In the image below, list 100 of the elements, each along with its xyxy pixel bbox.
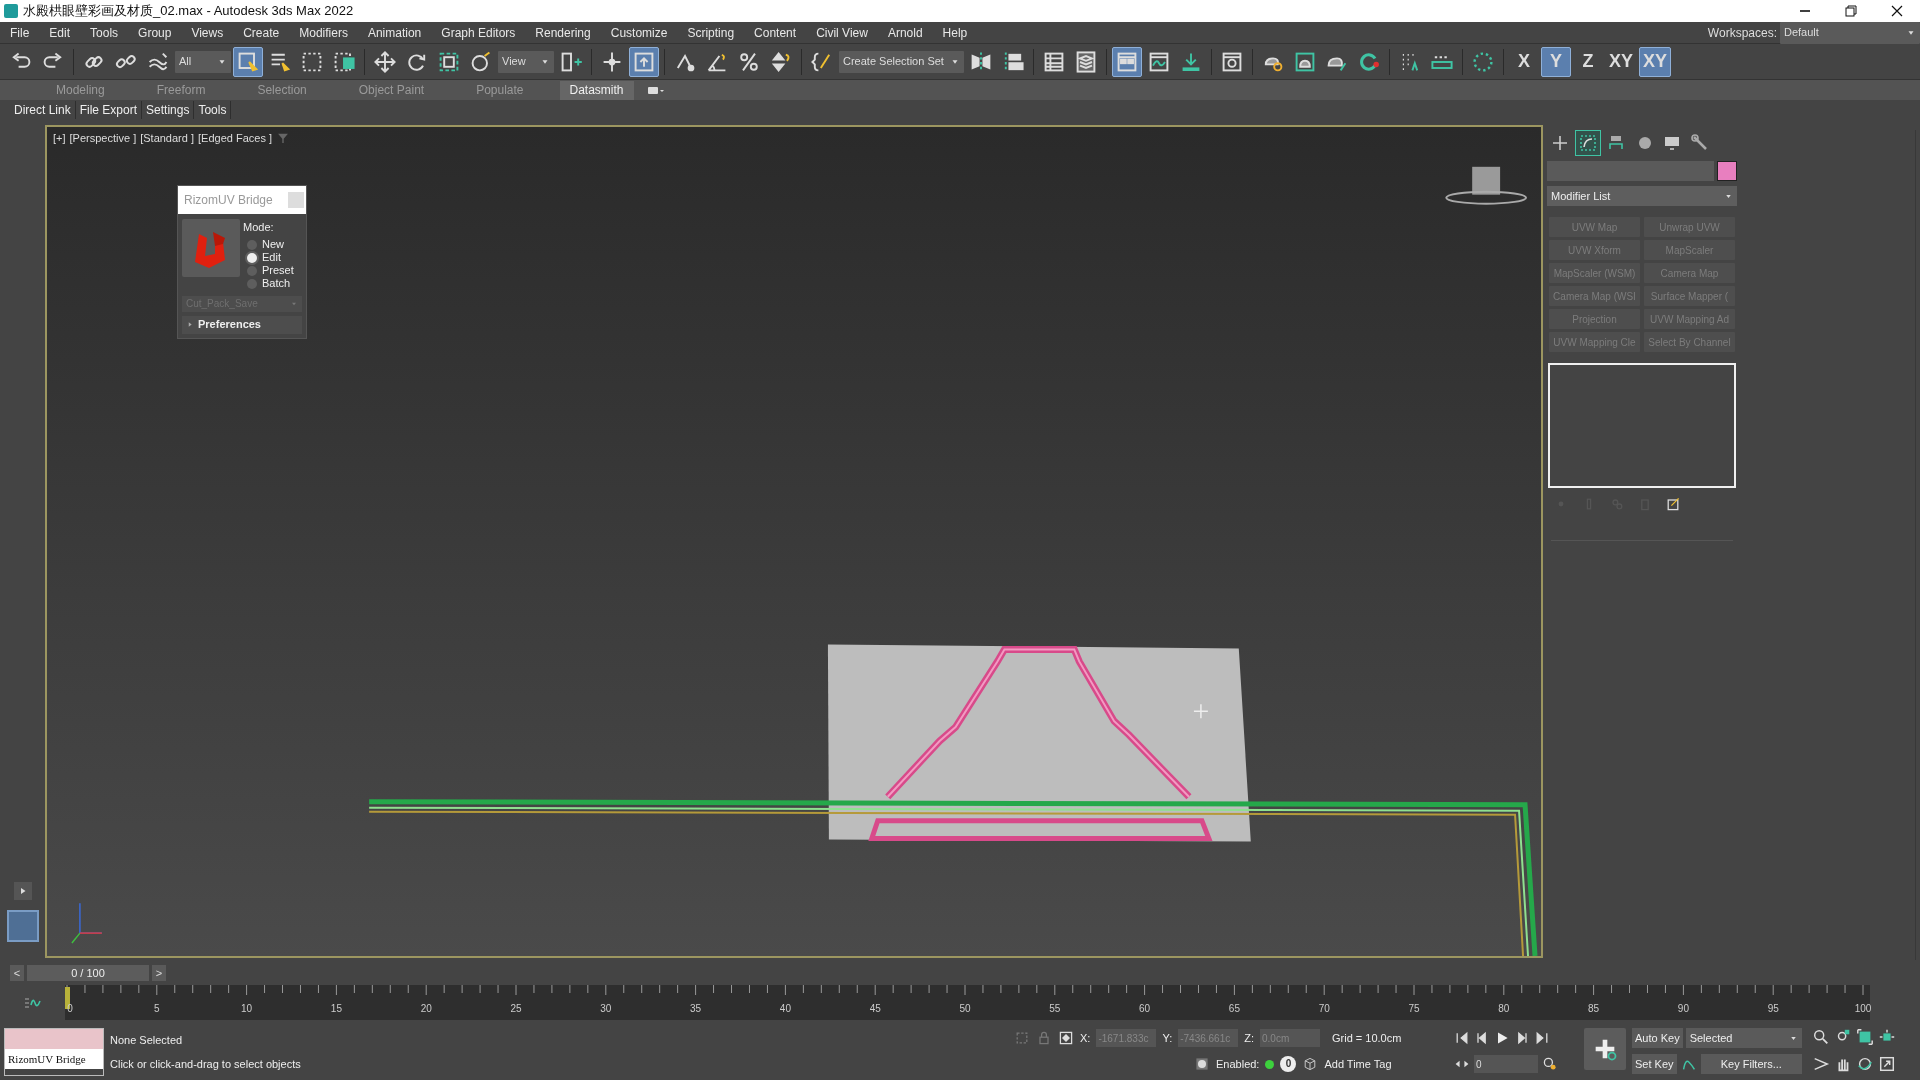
frame-number: 55 [1049,1002,1061,1016]
caret-icon [187,321,194,328]
viewport-layout-button[interactable] [6,910,39,942]
viewport-label-menu[interactable]: [+] [53,130,66,147]
frame-number: 25 [510,1002,522,1016]
go-to-end-icon[interactable] [1534,1030,1550,1046]
frame-number: 30 [600,1002,612,1016]
radio-option[interactable]: Edit [243,251,294,264]
mode-label: Mode: [243,220,275,235]
timeline-track[interactable]: 0 5 10 15 20 25 30 35 40 45 50 55 60 65 70 75 80 85 90 95 100 [65,985,1870,1020]
dropdown[interactable]: View [498,50,554,73]
dropdown[interactable]: Create Selection Set [839,50,964,73]
move-icon[interactable] [373,49,397,74]
frame-number: 45 [869,1002,881,1016]
next-frame-button[interactable]: > [152,964,166,981]
menu-item[interactable]: Modifiers [289,23,358,42]
menu-item[interactable]: Rendering [525,23,601,42]
modifier-stack[interactable] [1548,363,1736,488]
ribbon-button[interactable]: Tools [194,101,232,119]
menu-item[interactable]: Arnold [877,23,933,42]
menu-item[interactable]: Graph Editors [431,23,526,42]
filter-icon[interactable] [276,131,290,146]
sphere-icon[interactable] [469,49,493,74]
dropdown[interactable]: All [175,50,231,73]
key-filters-button[interactable]: Key Filters... [1700,1054,1802,1074]
frame-number: 90 [1677,1002,1689,1016]
set-key-mode-button[interactable]: Set Key [1632,1054,1677,1074]
current-frame-field[interactable]: 0 [1474,1055,1538,1073]
workspaces-label: Workspaces: [1707,24,1777,42]
frame-number: 35 [690,1002,702,1016]
menu-item[interactable]: Group [128,23,182,42]
status-dot [1265,1059,1275,1069]
prompt-text: Click or click-and-drag to select objects [110,1056,302,1072]
coordinate-label: X: [1080,1030,1091,1046]
auto-key-button[interactable]: Auto Key [1632,1028,1683,1048]
zoom-icon[interactable] [1812,1028,1830,1046]
enabled-label: Enabled: [1216,1056,1260,1072]
menu-item[interactable]: Animation [357,23,432,42]
orbit-icon[interactable] [1856,1055,1874,1073]
selection-status: None Selected [110,1032,184,1048]
frame-number: 70 [1318,1002,1330,1016]
menu-item[interactable]: Customize [600,23,678,42]
frame-number: 15 [330,1002,342,1016]
modifier-list-dropdown[interactable]: Modifier List [1547,186,1737,206]
radio-option[interactable]: New [243,238,294,251]
workspaces-dropdown[interactable]: Default [1780,21,1920,44]
frame-number: 100 [1854,1002,1872,1016]
menu-item[interactable]: Content [744,23,807,42]
ribbon-button[interactable]: Direct Link [10,101,76,119]
ribbon-tab[interactable]: Datasmith [559,80,634,100]
ribbon-options-icon[interactable] [645,84,666,96]
frame-number: 5 [154,1002,160,1016]
listener-output-field[interactable]: RizomUV Bridge [5,1049,103,1069]
set-key-button[interactable] [1584,1028,1626,1070]
frame-number: 50 [959,1002,971,1016]
menu-item[interactable]: Civil View [806,23,878,42]
grid-size: Grid = 10.0cm [1332,1030,1402,1046]
frame-number: 65 [1228,1002,1240,1016]
field-of-view-icon[interactable] [1812,1055,1830,1073]
menu-item[interactable]: Scripting [677,23,745,42]
previous-frame-button[interactable]: < [10,964,24,981]
dotted-circle-icon[interactable] [1470,49,1495,74]
frame-number: 10 [241,1002,253,1016]
time-slider-handle[interactable]: 0 / 100 [27,964,149,981]
maximize-icon[interactable] [1878,1055,1896,1073]
viewport-label-menu[interactable]: [Edged Faces ] [198,130,272,147]
transform-mode-icon[interactable] [1058,1030,1074,1046]
radio-option[interactable]: Batch [243,277,294,290]
menu-item[interactable]: Help [932,23,978,42]
axis-constraint-button[interactable]: XY [1604,46,1637,77]
color-swatch[interactable] [1717,161,1737,181]
coordinate-label: Y: [1162,1030,1173,1046]
expand-button[interactable] [13,882,32,900]
key-mode-dropdown[interactable]: Selected [1685,1028,1802,1048]
viewport-label-menu[interactable]: [Standard ] [140,130,194,147]
menu-item[interactable]: Tools [80,23,129,42]
viewport-label-menu[interactable]: [Perspective ] [69,130,137,147]
menu-item[interactable]: File [0,23,40,42]
app-logo-icon [4,4,18,18]
panel-title: RizomUV Bridge [184,192,273,209]
ribbon-button[interactable]: Settings [142,101,195,119]
zoom-extents-icon[interactable] [1856,1028,1874,1046]
menu-item[interactable]: Edit [39,23,81,42]
frame-number: 40 [779,1002,791,1016]
modify-icon [1578,133,1598,153]
ribbon-button[interactable]: File Export [75,101,143,119]
go-to-start-icon[interactable] [1454,1030,1470,1046]
command-panel-tab[interactable] [1575,130,1601,156]
coordinate-label: Z: [1244,1030,1254,1046]
configure-icon[interactable] [1665,496,1681,512]
axis-constraint-button[interactable]: Z [1572,46,1603,77]
radio-option[interactable]: Preset [243,264,294,277]
frame-number: 20 [420,1002,432,1016]
menu-item[interactable]: Views [181,23,234,42]
menu-item[interactable]: Create [233,23,290,42]
add-time-tag-button[interactable]: Add Time Tag [1324,1055,1392,1073]
axis-constraint-button[interactable]: X [1508,46,1539,77]
rollout-header[interactable]: Preferences [182,315,302,334]
listener-input-field[interactable] [5,1029,103,1049]
plus-icon [1550,133,1570,153]
